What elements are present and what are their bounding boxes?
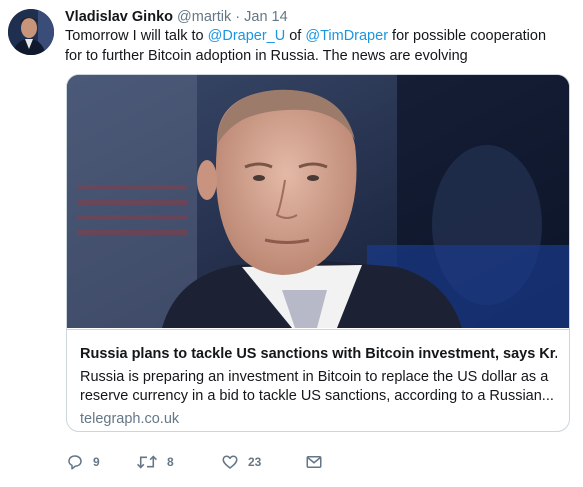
card-body: Russia plans to tackle US sanctions with… bbox=[67, 329, 569, 431]
heart-icon bbox=[221, 453, 239, 471]
tweet-actions: 9 8 23 bbox=[66, 452, 323, 472]
author-name[interactable]: Vladislav Ginko bbox=[65, 9, 173, 25]
mention-link[interactable]: @TimDraper bbox=[305, 28, 388, 44]
tweet-text: Tomorrow I will talk to @Draper_U of @Ti… bbox=[65, 26, 565, 66]
reply-icon bbox=[66, 453, 84, 471]
retweet-button[interactable]: 8 bbox=[136, 453, 221, 471]
like-count: 23 bbox=[248, 455, 262, 469]
retweet-icon bbox=[136, 453, 158, 471]
avatar-image bbox=[8, 9, 54, 55]
tweet-text-part: of bbox=[285, 28, 306, 44]
reply-count: 9 bbox=[93, 455, 100, 469]
card-domain: telegraph.co.uk bbox=[80, 411, 180, 427]
envelope-icon bbox=[305, 453, 323, 471]
retweet-count: 8 bbox=[167, 455, 174, 469]
mention-link[interactable]: @Draper_U bbox=[208, 28, 286, 44]
card-image bbox=[67, 75, 569, 328]
card-title[interactable]: Russia plans to tackle US sanctions with… bbox=[80, 345, 557, 364]
like-button[interactable]: 23 bbox=[221, 453, 305, 471]
tweet-date[interactable]: Jan 14 bbox=[244, 9, 288, 25]
tweet-text-part: Tomorrow I will talk to bbox=[65, 28, 208, 44]
author-handle[interactable]: @martik bbox=[177, 9, 231, 25]
card-description: Russia is preparing an investment in Bit… bbox=[80, 369, 554, 404]
avatar[interactable] bbox=[8, 9, 54, 55]
link-card[interactable]: Russia plans to tackle US sanctions with… bbox=[66, 74, 570, 432]
article-photo bbox=[67, 75, 569, 328]
separator: · bbox=[235, 9, 241, 25]
tweet-header: Vladislav Ginko @martik · Jan 14 bbox=[65, 7, 288, 27]
reply-button[interactable]: 9 bbox=[66, 453, 136, 471]
direct-message-button[interactable] bbox=[305, 453, 323, 471]
